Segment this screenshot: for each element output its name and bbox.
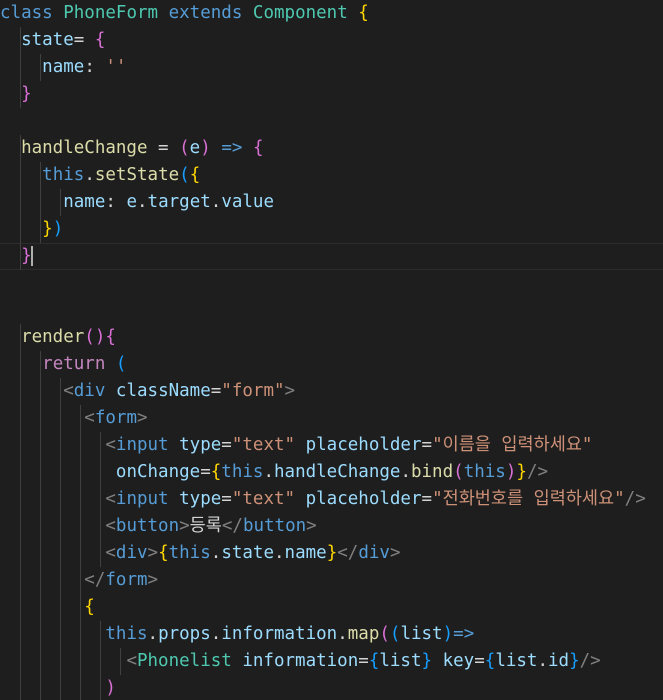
code-text: state= { [21,30,106,50]
code-line[interactable]: ) [0,675,663,700]
code-line[interactable]: { [0,594,663,621]
code-line[interactable]: name: e.target.value [0,189,663,216]
code-line[interactable]: render(){ [0,324,663,351]
code-line[interactable]: class PhoneForm extends Component { [0,0,663,27]
code-text: class PhoneForm extends Component { [0,3,369,23]
code-text: handleChange = (e) => { [21,138,264,158]
code-text: render(){ [21,327,116,347]
code-text: name: e.target.value [63,192,274,212]
code-text: <form> [84,408,148,428]
code-line[interactable]: <button>등록</button> [0,513,663,540]
code-line[interactable]: </form> [0,567,663,594]
code-text: this.props.information.map((list)=> [105,624,475,644]
code-line[interactable]: <div>{this.state.name}</div> [0,540,663,567]
code-line[interactable]: <input type="text" placeholder="이름을 입력하세… [0,432,663,459]
code-line[interactable]: this.props.information.map((list)=> [0,621,663,648]
code-text: <input type="text" placeholder="이름을 입력하세… [105,435,593,455]
code-line[interactable]: this.setState({ [0,162,663,189]
code-text: } [21,246,32,266]
code-line[interactable] [0,108,663,135]
code-text: { [84,597,95,617]
code-line[interactable] [0,270,663,297]
code-line[interactable] [0,297,663,324]
code-text: return ( [42,354,127,374]
code-text: }) [42,219,64,239]
code-line[interactable]: name: '' [0,54,663,81]
code-line[interactable]: } [0,243,663,270]
code-line[interactable]: return ( [0,351,663,378]
code-text: onChange={this.handleChange.bind(this)}/… [115,462,549,482]
code-line[interactable]: onChange={this.handleChange.bind(this)}/… [0,459,663,486]
code-line[interactable]: handleChange = (e) => { [0,135,663,162]
code-text: <input type="text" placeholder="전화번호를 입력… [105,489,646,509]
code-line[interactable]: } [0,81,663,108]
code-text: <div className="form"> [63,381,296,401]
code-text: ) [105,678,116,698]
code-text: </form> [84,570,159,590]
code-line[interactable]: <div className="form"> [0,378,663,405]
code-line[interactable]: <input type="text" placeholder="전화번호를 입력… [0,486,663,513]
code-line[interactable]: <form> [0,405,663,432]
code-text: } [21,84,32,104]
code-text: <div>{this.state.name}</div> [105,543,401,563]
code-text: name: '' [42,57,127,77]
code-line[interactable]: state= { [0,27,663,54]
code-line[interactable]: }) [0,216,663,243]
code-text: <button>등록</button> [105,516,317,536]
code-text: this.setState({ [42,165,201,185]
code-text: <Phonelist information={list} key={list.… [126,651,601,671]
code-line[interactable]: <Phonelist information={list} key={list.… [0,648,663,675]
code-editor[interactable]: class PhoneForm extends Component { stat… [0,0,663,700]
